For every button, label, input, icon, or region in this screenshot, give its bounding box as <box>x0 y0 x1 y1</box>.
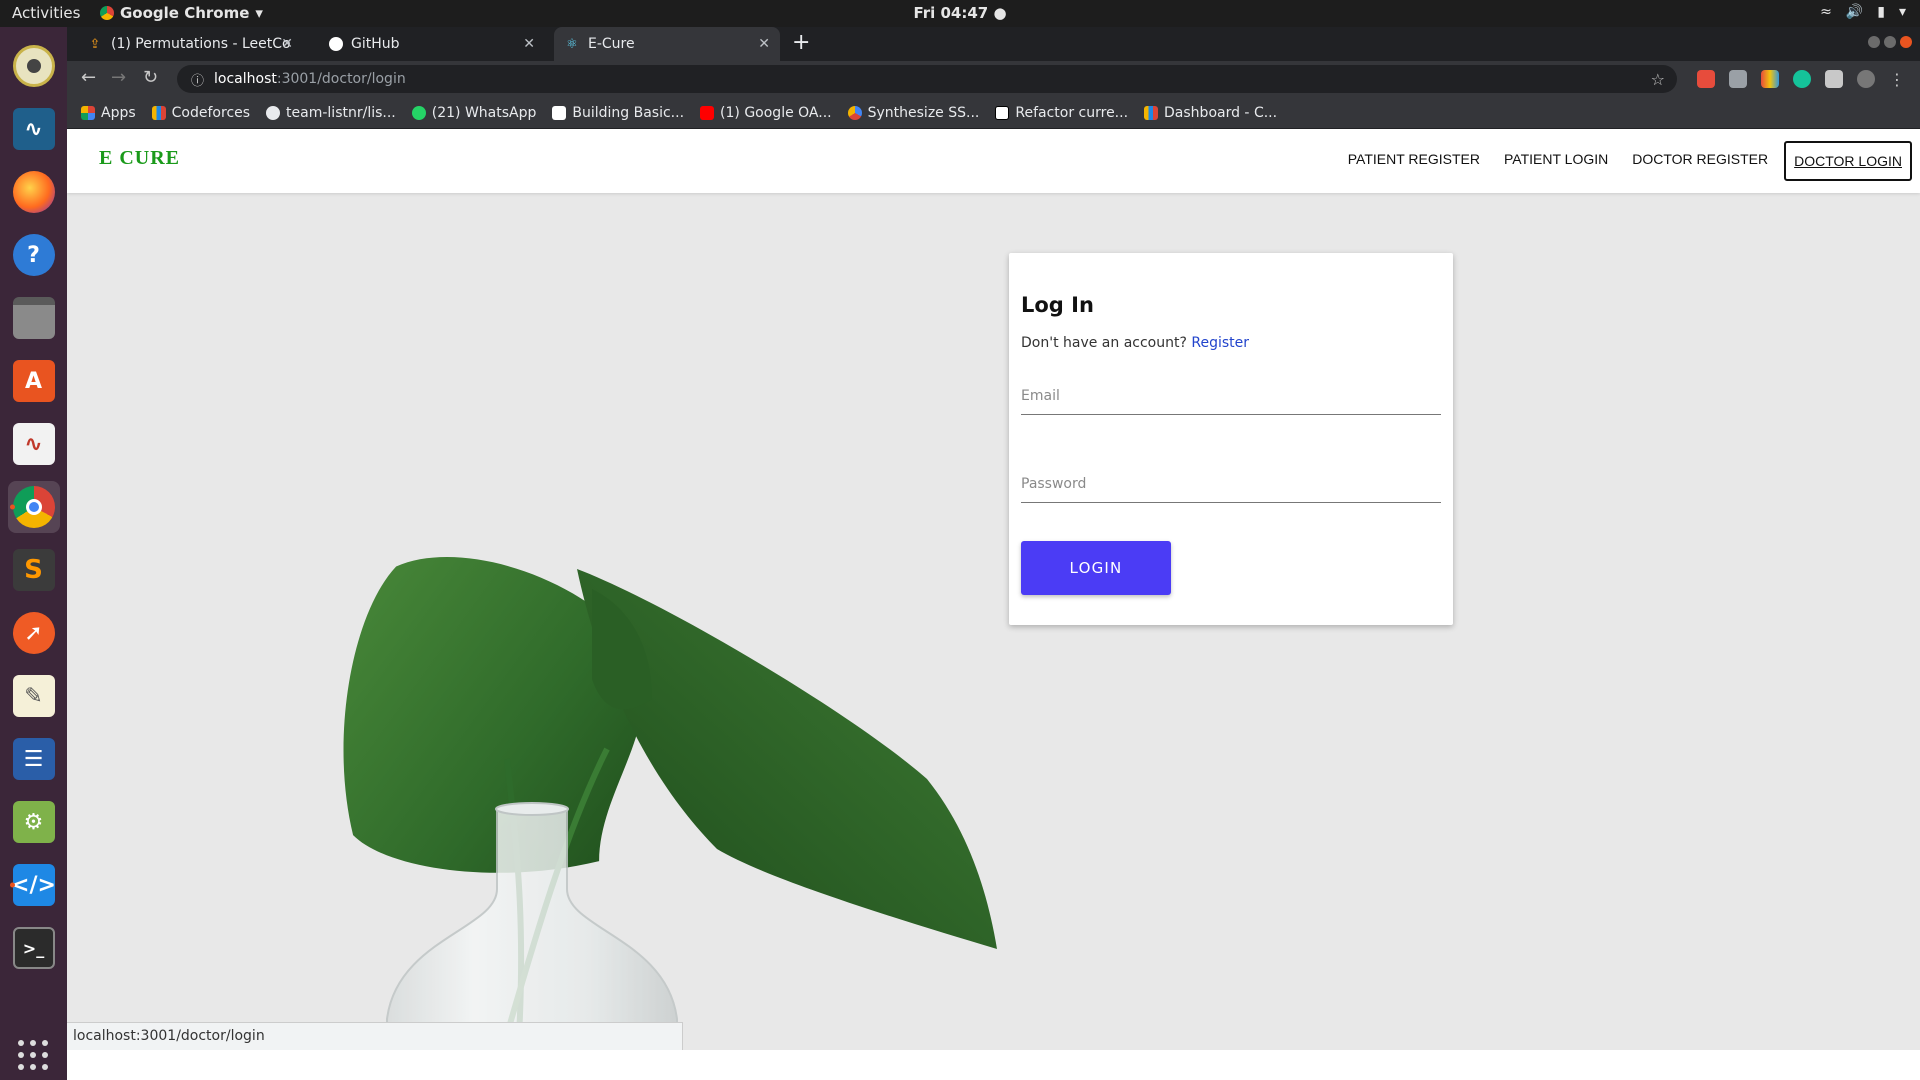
apps-grid-icon <box>81 105 95 120</box>
maximize-button[interactable] <box>1884 36 1896 48</box>
back-arrow-icon[interactable]: ← <box>81 67 96 88</box>
file-manager-icon[interactable] <box>8 292 60 344</box>
password-field-wrapper <box>1021 473 1441 503</box>
password-field[interactable] <box>1021 476 1441 492</box>
medium-icon <box>552 105 567 120</box>
github-icon <box>329 37 343 51</box>
nav-doctor-register[interactable]: DOCTOR REGISTER <box>1624 141 1776 181</box>
codeforces-icon <box>151 105 166 120</box>
terminal-icon[interactable]: >_ <box>8 922 60 974</box>
bookmarks-bar: Apps Codeforces team-listnr/lis... (21) … <box>67 97 1920 129</box>
text-editor-icon[interactable]: ✎ <box>8 670 60 722</box>
tab-github[interactable]: GitHub ✕ <box>319 27 545 61</box>
avatar[interactable] <box>1857 70 1875 88</box>
bookmark-team-listnr[interactable]: team-listnr/lis... <box>266 105 396 121</box>
bookmark-building-basic[interactable]: Building Basic... <box>552 105 684 121</box>
bookmark-star-icon[interactable]: ☆ <box>1651 70 1665 89</box>
bookmark-apps[interactable]: Apps <box>81 105 136 121</box>
forward-arrow-icon[interactable]: → <box>111 67 126 88</box>
extensions-area: ⋮ <box>1697 70 1905 89</box>
notion-icon <box>995 105 1010 120</box>
bookmark-synthesize[interactable]: Synthesize SS... <box>847 105 979 121</box>
sublime-text-icon[interactable]: S <box>8 544 60 596</box>
bookmark-dashboard[interactable]: Dashboard - C... <box>1144 105 1277 121</box>
chrome-icon[interactable] <box>7 481 60 533</box>
bookmark-refactor[interactable]: Refactor curre... <box>995 105 1128 121</box>
os-top-bar: Activities Google Chrome ▾ Fri 04:47 ● ≈… <box>0 0 1920 27</box>
login-title: Log In <box>1021 293 1094 317</box>
kebab-menu-icon[interactable]: ⋮ <box>1889 70 1905 89</box>
battery-icon: ▮ <box>1877 4 1885 20</box>
whatsapp-icon <box>411 105 426 120</box>
browser-toolbar: ← → ↻ ⓘ localhost:3001/doctor/login ☆ ⋮ <box>67 61 1920 97</box>
brand-logo[interactable]: E CURE <box>99 147 180 170</box>
register-prompt: Don't have an account? Register <box>1021 335 1441 351</box>
tab-strip: ⇪ (1) Permutations - LeetCo ✕ GitHub ✕ ⚛… <box>67 27 1920 61</box>
window-controls <box>1868 36 1912 48</box>
chevron-down-icon: ▾ <box>1898 4 1906 20</box>
app-menu-label: Google Chrome <box>120 4 250 22</box>
software-center-icon[interactable]: A <box>8 355 60 407</box>
nav-patient-register[interactable]: PATIENT REGISTER <box>1340 141 1488 181</box>
chrome-window: ⇪ (1) Permutations - LeetCo ✕ GitHub ✕ ⚛… <box>67 27 1920 1080</box>
leetcode-icon: ⇪ <box>89 36 101 52</box>
github-icon <box>266 105 281 120</box>
new-tab-button[interactable]: + <box>792 30 810 55</box>
app-menu[interactable]: Google Chrome ▾ <box>100 4 263 22</box>
chevron-down-icon: ▾ <box>255 4 263 22</box>
minimize-button[interactable] <box>1868 36 1880 48</box>
close-icon[interactable]: ✕ <box>281 36 293 52</box>
tab-leetcode[interactable]: ⇪ (1) Permutations - LeetCo ✕ <box>77 27 303 61</box>
bookmark-whatsapp[interactable]: (21) WhatsApp <box>411 105 536 121</box>
puzzle-icon[interactable] <box>1825 70 1843 88</box>
nav-doctor-login[interactable]: DOCTOR LOGIN <box>1784 141 1912 181</box>
firefox-icon[interactable] <box>8 166 60 218</box>
status-bar: localhost:3001/doctor/login <box>67 1022 683 1050</box>
nav-patient-login[interactable]: PATIENT LOGIN <box>1496 141 1616 181</box>
address-bar[interactable]: ⓘ localhost:3001/doctor/login ☆ <box>177 65 1677 93</box>
extension-icon[interactable] <box>1697 70 1715 88</box>
app-header: E CURE PATIENT REGISTER PATIENT LOGIN DO… <box>67 129 1920 193</box>
wifi-icon: ≈ <box>1820 4 1832 20</box>
rhythmbox-icon[interactable] <box>8 40 60 92</box>
bar-chart-icon <box>1144 105 1159 120</box>
help-icon[interactable]: ? <box>8 229 60 281</box>
close-icon[interactable]: ✕ <box>758 36 770 52</box>
volume-icon: 🔊 <box>1845 4 1864 20</box>
postman-icon[interactable]: ➚ <box>8 607 60 659</box>
login-card: Log In Don't have an account? Register L… <box>1009 253 1453 625</box>
close-window-button[interactable] <box>1900 36 1912 48</box>
close-icon[interactable]: ✕ <box>523 36 535 52</box>
dock: ∿ ? A ∿ S ➚ ✎ ☰ ⚙ </> >_ <box>0 27 67 1080</box>
plant-in-vase-image <box>343 557 997 1050</box>
reload-icon[interactable]: ↻ <box>143 67 158 88</box>
extension-icon[interactable] <box>1729 70 1747 88</box>
youtube-icon <box>700 105 715 120</box>
google-cloud-icon <box>847 105 862 120</box>
grammarly-icon[interactable] <box>1793 70 1811 88</box>
show-applications-icon[interactable] <box>18 1040 48 1070</box>
bookmark-codeforces[interactable]: Codeforces <box>151 105 250 121</box>
tab-ecure[interactable]: ⚛ E-Cure ✕ <box>554 27 780 61</box>
login-button[interactable]: LOGIN <box>1021 541 1171 595</box>
no-account-text: Don't have an account? <box>1021 335 1187 351</box>
info-icon: ⓘ <box>191 73 205 89</box>
mysql-workbench-icon[interactable]: ∿ <box>8 103 60 155</box>
email-field[interactable] <box>1021 388 1441 404</box>
email-field-wrapper <box>1021 385 1441 415</box>
react-icon: ⚛ <box>566 36 578 52</box>
document-viewer-icon[interactable]: ∿ <box>8 418 60 470</box>
register-link[interactable]: Register <box>1191 335 1249 351</box>
web-page: E CURE PATIENT REGISTER PATIENT LOGIN DO… <box>67 129 1920 1050</box>
bookmark-google-oa[interactable]: (1) Google OA... <box>700 105 832 121</box>
main-nav: PATIENT REGISTER PATIENT LOGIN DOCTOR RE… <box>1340 141 1912 181</box>
libreoffice-writer-icon[interactable]: ☰ <box>8 733 60 785</box>
system-tray[interactable]: ≈ 🔊 ▮ ▾ <box>1820 4 1906 20</box>
activities-button[interactable]: Activities <box>12 4 80 22</box>
extension-icon[interactable] <box>1761 70 1779 88</box>
chrome-small-icon <box>100 6 114 20</box>
vscode-icon[interactable]: </> <box>8 859 60 911</box>
image-viewer-icon[interactable]: ⚙ <box>8 796 60 848</box>
clock[interactable]: Fri 04:47 ● <box>913 4 1006 22</box>
